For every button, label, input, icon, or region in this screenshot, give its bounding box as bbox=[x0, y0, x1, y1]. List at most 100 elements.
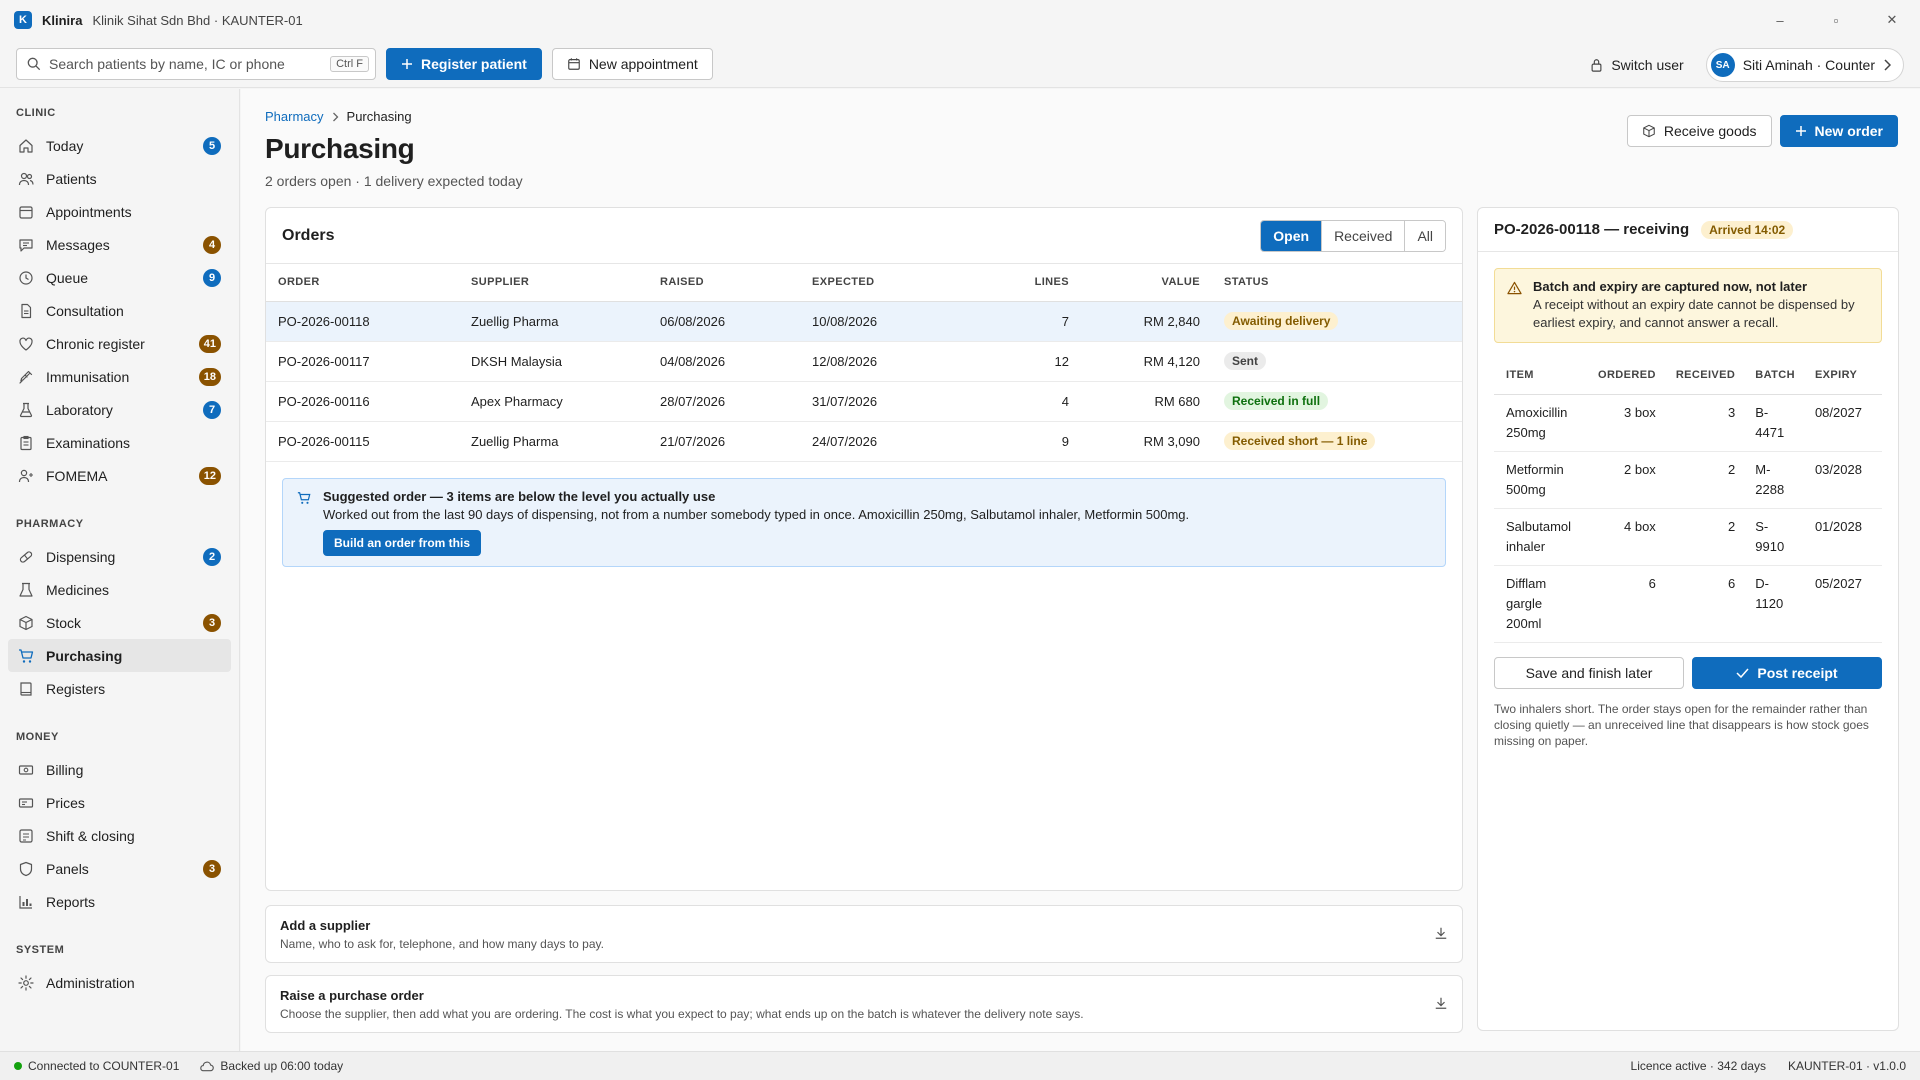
sidebar-item-fomema[interactable]: FOMEMA 12 bbox=[8, 459, 231, 492]
table-row[interactable]: Metformin 500mg 2 box 2 M-2288 03/2028 bbox=[1494, 451, 1882, 509]
filter-all[interactable]: All bbox=[1404, 220, 1445, 251]
sidebar-item-label: Shift & closing bbox=[46, 827, 135, 844]
table-row[interactable]: PO-2026-00116 Apex Pharmacy 28/07/2026 31/0… bbox=[266, 381, 1462, 422]
post-receipt-button[interactable]: Post receipt bbox=[1692, 656, 1882, 689]
sidebar-item-label: Appointments bbox=[46, 203, 132, 220]
warning-body: A receipt without an expiry date cannot … bbox=[1533, 297, 1855, 330]
sidebar-item-immunisation[interactable]: Immunisation 18 bbox=[8, 360, 231, 393]
table-row[interactable]: Difflam gargle 200ml 6 6 D-1120 05/2027 bbox=[1494, 565, 1882, 643]
raise-purchase-order-expander[interactable]: Raise a purchase order Choose the suppli… bbox=[265, 975, 1463, 1033]
window-subtitle: Klinik Sihat Sdn Bhd · KAUNTER-01 bbox=[92, 12, 303, 28]
sidebar-item-queue[interactable]: Queue 9 bbox=[8, 261, 231, 294]
cell-batch[interactable]: B-4471 bbox=[1743, 394, 1803, 452]
new-order-button[interactable]: New order bbox=[1779, 115, 1898, 147]
cell-batch[interactable]: S-9910 bbox=[1743, 508, 1803, 566]
minimize-button[interactable]: – bbox=[1752, 0, 1808, 40]
filter-open[interactable]: Open bbox=[1261, 220, 1322, 251]
user-menu[interactable]: SA Siti Aminah · Counter bbox=[1705, 48, 1904, 82]
table-row[interactable]: PO-2026-00115 Zuellig Pharma 21/07/2026 24/… bbox=[266, 421, 1462, 462]
add-supplier-expander[interactable]: Add a supplier Name, who to ask for, tel… bbox=[265, 905, 1463, 963]
cell-lines: 7 bbox=[990, 301, 1081, 342]
cart-icon bbox=[297, 491, 311, 504]
cell-received[interactable]: 6 bbox=[1663, 565, 1744, 643]
switch-user-button[interactable]: Switch user bbox=[1582, 49, 1691, 81]
sidebar-item-today[interactable]: Today 5 bbox=[8, 129, 231, 162]
register-patient-label: Register patient bbox=[421, 55, 527, 72]
sidebar-item-reports[interactable]: Reports bbox=[8, 885, 231, 918]
sidebar-item-messages[interactable]: Messages 4 bbox=[8, 228, 231, 261]
search-input[interactable] bbox=[49, 55, 331, 72]
sidebar-item-registers[interactable]: Registers bbox=[8, 672, 231, 705]
sidebar-item-shift-closing[interactable]: Shift & closing bbox=[8, 819, 231, 852]
save-finish-later-button[interactable]: Save and finish later bbox=[1494, 656, 1684, 689]
sidebar-item-laboratory[interactable]: Laboratory 7 bbox=[8, 393, 231, 426]
cell-order: PO-2026-00115 bbox=[266, 421, 459, 462]
breadcrumb-pharmacy-link[interactable]: Pharmacy bbox=[265, 109, 324, 124]
sidebar-item-panels[interactable]: Panels 3 bbox=[8, 852, 231, 885]
column-header: EXPIRY bbox=[1802, 357, 1882, 395]
sidebar-item-administration[interactable]: Administration bbox=[8, 966, 231, 999]
sidebar-item-chronic-register[interactable]: Chronic register 41 bbox=[8, 327, 231, 360]
build-order-button[interactable]: Build an order from this bbox=[323, 529, 482, 556]
column-header[interactable]: RAISED bbox=[648, 264, 800, 302]
sidebar-item-prices[interactable]: Prices bbox=[8, 786, 231, 819]
sidebar-item-dispensing[interactable]: Dispensing 2 bbox=[8, 540, 231, 573]
expander-title: Raise a purchase order bbox=[280, 988, 424, 1003]
sidebar-item-stock[interactable]: Stock 3 bbox=[8, 606, 231, 639]
cell-expiry[interactable]: 08/2027 bbox=[1802, 394, 1882, 452]
cell-received[interactable]: 2 bbox=[1663, 508, 1744, 566]
table-row[interactable]: Amoxicillin 250mg 3 box 3 B-4471 08/2027 bbox=[1494, 394, 1882, 452]
column-header[interactable]: EXPECTED bbox=[800, 264, 990, 302]
column-header[interactable]: VALUE bbox=[1081, 264, 1212, 302]
sidebar-item-appointments[interactable]: Appointments bbox=[8, 195, 231, 228]
register-patient-button[interactable]: Register patient bbox=[386, 47, 542, 80]
filter-received[interactable]: Received bbox=[1321, 220, 1405, 251]
close-button[interactable]: ✕ bbox=[1864, 0, 1920, 40]
sidebar-item-purchasing[interactable]: Purchasing bbox=[8, 639, 231, 672]
cell-batch[interactable]: M-2288 bbox=[1743, 451, 1803, 509]
sidebar-item-label: Today bbox=[46, 137, 84, 154]
column-header[interactable]: LINES bbox=[990, 264, 1081, 302]
cell-value: RM 4,120 bbox=[1081, 341, 1212, 382]
heart-icon bbox=[19, 336, 33, 351]
cell-ordered: 6 bbox=[1586, 565, 1664, 643]
maximize-button[interactable]: ▫ bbox=[1808, 0, 1864, 40]
post-receipt-label: Post receipt bbox=[1757, 664, 1838, 681]
app-name: Klinira bbox=[42, 12, 83, 28]
cell-batch[interactable]: D-1120 bbox=[1743, 565, 1803, 643]
table-row[interactable]: Salbutamol inhaler 4 box 2 S-9910 01/2028 bbox=[1494, 508, 1882, 566]
sidebar-item-medicines[interactable]: Medicines bbox=[8, 573, 231, 606]
clock-icon bbox=[19, 270, 33, 285]
sidebar-item-consultation[interactable]: Consultation bbox=[8, 294, 231, 327]
receiving-header: PO-2026-00118 — receiving Arrived 14:02 bbox=[1478, 208, 1898, 252]
cell-expiry[interactable]: 01/2028 bbox=[1802, 508, 1882, 566]
cell-expiry[interactable]: 05/2027 bbox=[1802, 565, 1882, 643]
cell-expiry[interactable]: 03/2028 bbox=[1802, 451, 1882, 509]
search-box[interactable]: Ctrl F bbox=[16, 47, 376, 80]
sidebar-item-patients[interactable]: Patients bbox=[8, 162, 231, 195]
column-header[interactable]: ORDER bbox=[266, 264, 459, 302]
cell-received[interactable]: 2 bbox=[1663, 451, 1744, 509]
table-row[interactable]: PO-2026-00117 DKSH Malaysia 04/08/2026 12/0… bbox=[266, 341, 1462, 382]
orders-table-header: ORDER SUPPLIER RAISED EXPECTED LINES VALUE STA… bbox=[266, 264, 1462, 302]
clipboard-icon bbox=[20, 435, 32, 450]
beaker-icon bbox=[19, 582, 33, 597]
cell-item: Metformin 500mg bbox=[1494, 451, 1586, 509]
gear-icon bbox=[18, 974, 34, 991]
column-header[interactable]: STATUS bbox=[1212, 264, 1462, 302]
person-icon bbox=[18, 469, 33, 482]
receiving-title: PO-2026-00118 — receiving bbox=[1494, 221, 1690, 238]
sidebar-item-examinations[interactable]: Examinations bbox=[8, 426, 231, 459]
sidebar-item-label: Purchasing bbox=[46, 647, 123, 664]
page-actions: Receive goods New order bbox=[1626, 115, 1898, 147]
cell-received[interactable]: 3 bbox=[1663, 394, 1744, 452]
column-header: RECEIVED bbox=[1663, 357, 1744, 395]
cell-value: RM 680 bbox=[1081, 381, 1212, 422]
sidebar-item-badge: 7 bbox=[203, 400, 221, 419]
new-appointment-button[interactable]: New appointment bbox=[551, 47, 713, 80]
receive-goods-button[interactable]: Receive goods bbox=[1626, 115, 1772, 147]
orders-table: ORDER SUPPLIER RAISED EXPECTED LINES VALUE STA… bbox=[266, 264, 1462, 462]
table-row[interactable]: PO-2026-00118 Zuellig Pharma 06/08/2026 10/… bbox=[266, 301, 1462, 342]
sidebar-item-billing[interactable]: Billing bbox=[8, 753, 231, 786]
column-header[interactable]: SUPPLIER bbox=[459, 264, 648, 302]
